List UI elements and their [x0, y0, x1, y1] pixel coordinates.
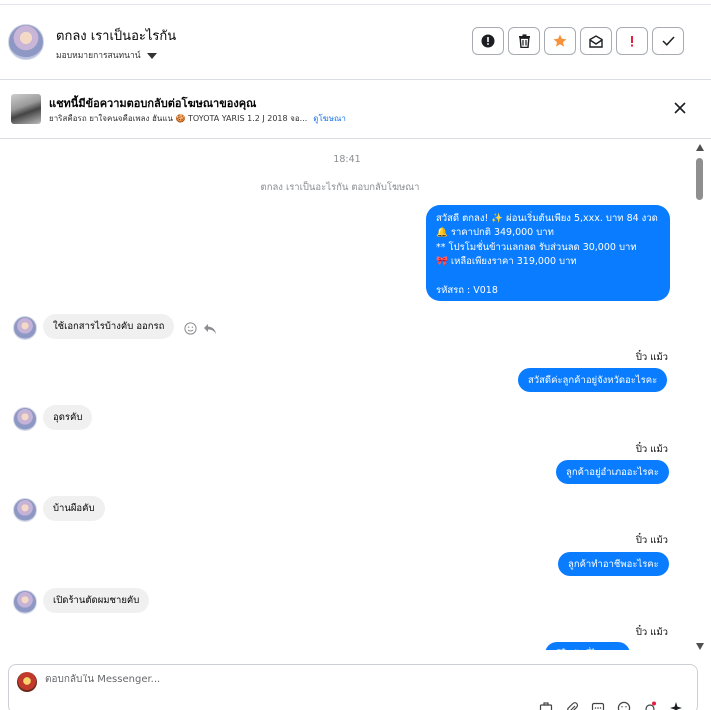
message-bubble-outgoing[interactable]: สวัสดีค่ะลูกค้าอยู่จังหวัดอะไรคะ — [518, 368, 668, 392]
attachment-icon[interactable] — [565, 701, 579, 710]
exclamation-icon — [631, 36, 633, 47]
timestamp: 18:41 — [333, 154, 361, 165]
conversation-header: ตกลง เราเป็นอะไรกัน มอบหมายการสนทนาน์ — [0, 6, 711, 80]
ad-reply-banner: แชทนี้มีข้อความตอบกลับต่อโฆษณาของคุณ ยาร… — [0, 80, 711, 139]
top-divider — [0, 0, 711, 5]
sender-name: ปิ๋ว แม้ว — [635, 627, 668, 638]
thread-scrollbar[interactable] — [694, 140, 706, 652]
briefcase-icon[interactable] — [539, 701, 553, 710]
check-icon — [661, 36, 675, 46]
message-line: 🎀 เหลือเพียงราคา 319,000 บาท — [436, 256, 577, 268]
message-bubble-outgoing[interactable]: สวัสดี ตกลง! ✨ ผ่อนเริ่มต้นเพียง 5,xxx. … — [426, 205, 670, 301]
message-line: ** โปรโมชั่นข้าวแลกลด รับส่วนลด 30,000 บ… — [436, 241, 637, 253]
ad-thumbnail[interactable] — [11, 94, 41, 124]
alert-button[interactable] — [472, 27, 504, 55]
assign-label: มอบหมายการสนทนาน์ — [56, 51, 141, 61]
mark-done-button[interactable] — [652, 27, 684, 55]
message-composer — [8, 664, 698, 710]
message-bubble-incoming[interactable]: ใช้เอกสารไรบ้างคับ ออกรถ — [43, 314, 175, 339]
message-bubble-outgoing[interactable]: ลูกค้าอยู่อำเภออะไรคะ — [556, 460, 669, 484]
sender-name: ปิ๋ว แม้ว — [635, 352, 668, 363]
message-actions — [184, 322, 217, 335]
view-ad-link[interactable]: ดูโฆษณา — [313, 114, 346, 123]
system-note: ตกลง เราเป็นอะไรกัน ตอบกลับโฆษณา — [260, 182, 420, 193]
message-line: รหัสรถ : V018 — [436, 285, 498, 297]
reply-icon[interactable] — [203, 323, 217, 335]
sender-name: ปิ๋ว แม้ว — [635, 444, 668, 455]
trash-icon — [518, 34, 530, 48]
message-line: สวัสดี ตกลง! ✨ ผ่อนเริ่มต้นเพียง 5,xxx. … — [436, 213, 658, 224]
contact-avatar-small — [13, 498, 37, 522]
close-icon[interactable] — [673, 101, 687, 115]
ad-description: ยาริสคือรถ ยาใจคนจคือเพลง ฮันแน 🍪 TOYOTA… — [49, 114, 308, 123]
emoji-reaction-icon[interactable] — [184, 322, 197, 335]
page-avatar — [17, 672, 37, 692]
mark-unread-button[interactable] — [580, 27, 612, 55]
emoji-icon[interactable] — [617, 701, 631, 710]
message-bubble-outgoing[interactable]: มีใบขับขี่ไหมคะ — [545, 642, 630, 650]
mail-icon — [589, 34, 603, 48]
important-button[interactable] — [616, 27, 648, 55]
contact-avatar[interactable] — [8, 24, 44, 60]
scroll-up-arrow-icon[interactable] — [696, 144, 704, 151]
star-icon — [553, 34, 567, 47]
header-actions — [472, 27, 684, 55]
ad-banner-subtitle: ยาริสคือรถ ยาใจคนจคือเพลง ฮันแน 🍪 TOYOTA… — [49, 112, 346, 125]
message-line: 🔔 ราคาปกติ 349,000 บาท — [436, 227, 554, 239]
message-line — [436, 270, 660, 284]
message-thread[interactable]: 18:41 ตกลง เราเป็นอะไรกัน ตอบกลับโฆษณา ส… — [0, 140, 694, 650]
alert-icon — [481, 34, 495, 48]
contact-avatar-small — [13, 407, 37, 431]
saved-replies-icon[interactable] — [591, 701, 605, 710]
star-button[interactable] — [544, 27, 576, 55]
ad-banner-title: แชทนี้มีข้อความตอบกลับต่อโฆษณาของคุณ — [49, 97, 257, 110]
message-bubble-incoming[interactable]: อุดรคับ — [43, 405, 93, 430]
message-bubble-incoming[interactable]: เปิดร้านตัดผมชายคับ — [43, 588, 150, 613]
scrollbar-thumb[interactable] — [696, 158, 703, 200]
composer-tools — [539, 701, 683, 710]
sender-name: ปิ๋ว แม้ว — [635, 535, 668, 546]
chevron-down-icon — [146, 52, 157, 59]
notification-icon[interactable] — [643, 701, 657, 710]
delete-button[interactable] — [508, 27, 540, 55]
message-bubble-incoming[interactable]: บ้านผือคับ — [43, 496, 105, 521]
message-bubble-outgoing[interactable]: ลูกค้าทำอาชีพอะไรคะ — [558, 552, 669, 576]
contact-name[interactable]: ตกลง เราเป็นอะไรกัน — [56, 25, 176, 46]
contact-avatar-small — [13, 590, 37, 614]
assign-conversation-dropdown[interactable]: มอบหมายการสนทนาน์ — [56, 48, 157, 62]
sparkle-icon[interactable] — [669, 701, 683, 710]
contact-avatar-small — [13, 316, 37, 340]
reply-input[interactable] — [45, 674, 445, 685]
scroll-down-arrow-icon[interactable] — [696, 643, 704, 650]
